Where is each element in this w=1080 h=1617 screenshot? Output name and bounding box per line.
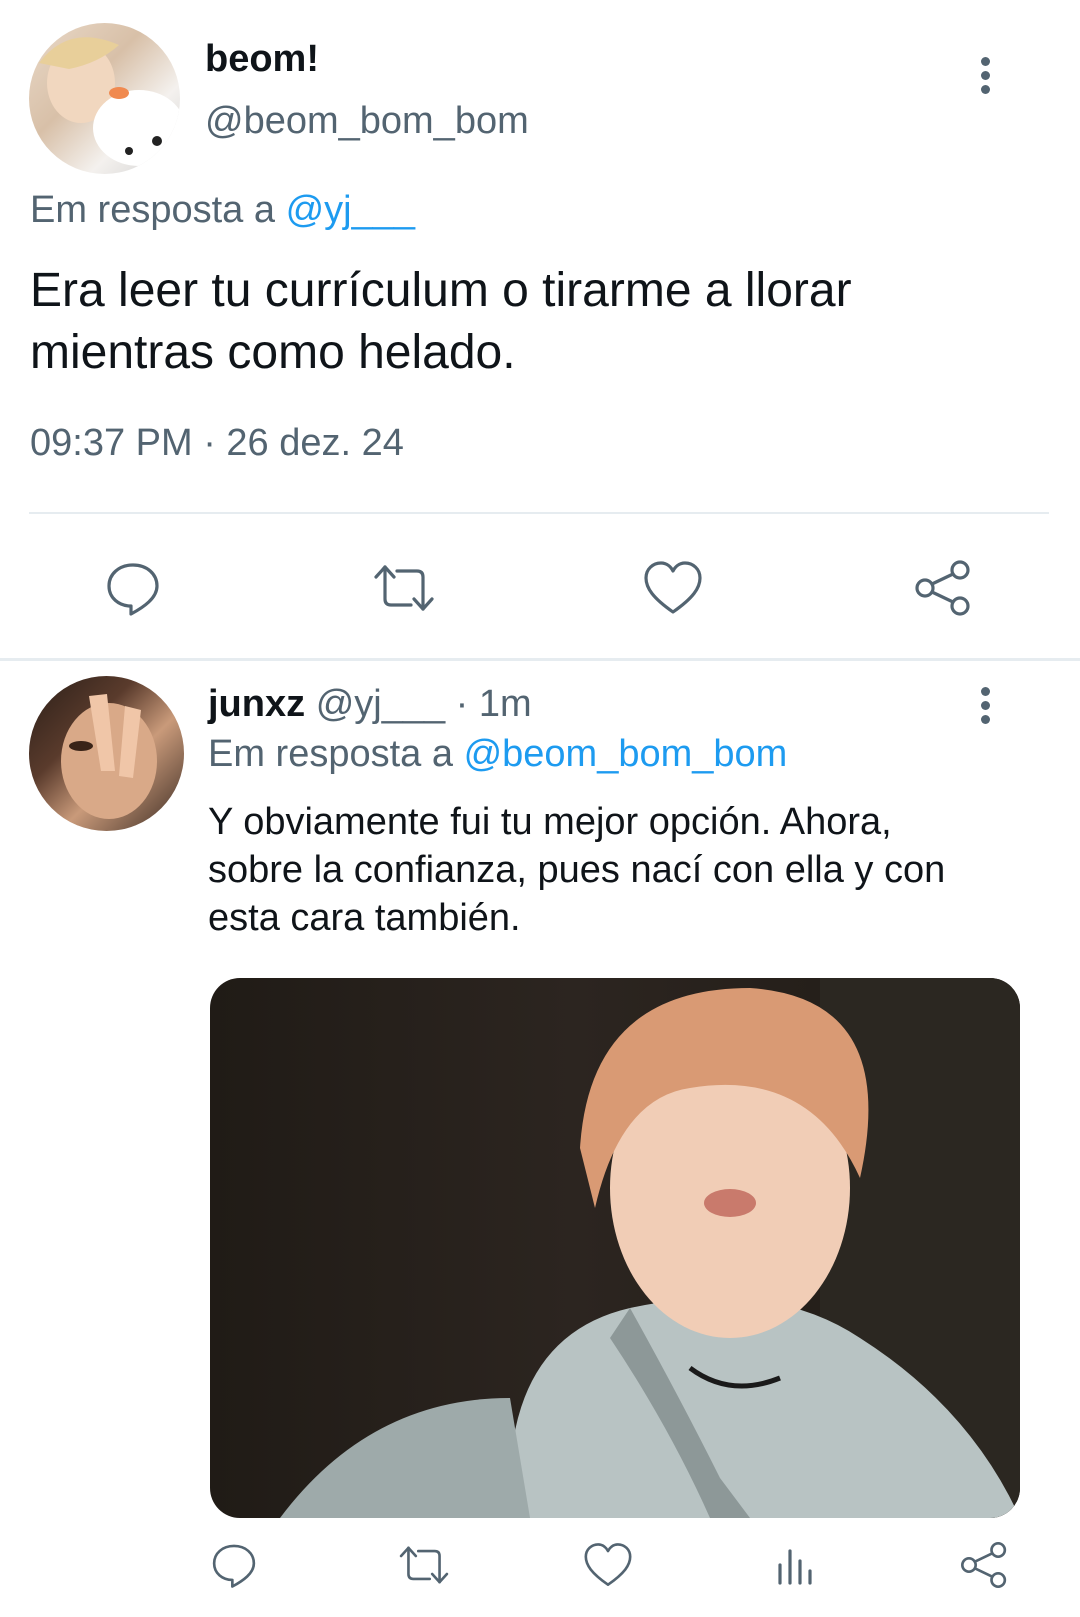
like-icon [643,560,702,614]
retweet-button[interactable] [395,1537,453,1593]
reply-button[interactable] [100,555,165,620]
tweet-media-image[interactable] [210,978,1020,1518]
tweet-text: Y obviamente fui tu mejor opción. Ahora,… [208,798,945,942]
retweet-icon [374,564,434,611]
retweet-button[interactable] [370,555,438,620]
relative-time: · 1m [445,683,532,725]
tweet-text: Era leer tu currículum o tirarme a llora… [30,260,852,384]
handle[interactable]: @beom_bom_bom [205,100,529,143]
tweet-text-line: mientras como helado. [30,326,516,379]
share-button[interactable] [910,555,975,620]
share-button[interactable] [956,1537,1012,1593]
like-button[interactable] [580,1537,636,1593]
more-icon[interactable] [981,52,990,99]
share-icon [914,559,970,616]
retweet-icon [399,1546,449,1584]
reply-prefix: Em resposta a [30,189,286,231]
display-name[interactable]: beom! [205,38,319,81]
avatar[interactable] [29,676,184,831]
tweet-text-line: Y obviamente fui tu mejor opción. Ahora, [208,801,892,843]
divider [29,512,1049,514]
reply-icon [212,1544,256,1588]
analytics-icon [778,1549,812,1585]
divider [0,658,1080,661]
handle[interactable]: @yj___ [316,683,445,725]
reply-icon [106,562,159,616]
reply-mention-link[interactable]: @yj___ [286,189,415,231]
avatar-photo-icon [39,37,180,166]
reply-context: Em resposta a @beom_bom_bom [208,733,787,776]
reply-context: Em resposta a @yj___ [30,189,415,232]
avatar[interactable] [29,23,180,174]
avatar-photo-icon [61,694,157,819]
reply-button[interactable] [206,1537,262,1593]
display-name[interactable]: junxz [208,683,305,725]
share-icon [961,1542,1007,1588]
tweet-text-line: esta cara también. [208,897,521,939]
reply-mention-link[interactable]: @beom_bom_bom [464,733,788,775]
analytics-button[interactable] [768,1537,824,1593]
photo-media-icon [280,978,1020,1518]
tweet-header: junxz @yj___ · 1m [208,683,532,726]
reply-prefix: Em resposta a [208,733,464,775]
like-button[interactable] [640,555,705,620]
more-icon[interactable] [981,682,990,729]
like-icon [584,1543,632,1587]
tweet-text-line: Era leer tu currículum o tirarme a llora… [30,264,852,317]
timestamp[interactable]: 09:37 PM · 26 dez. 24 [30,422,404,465]
tweet-text-line: sobre la confianza, pues nací con ella y… [208,849,946,891]
